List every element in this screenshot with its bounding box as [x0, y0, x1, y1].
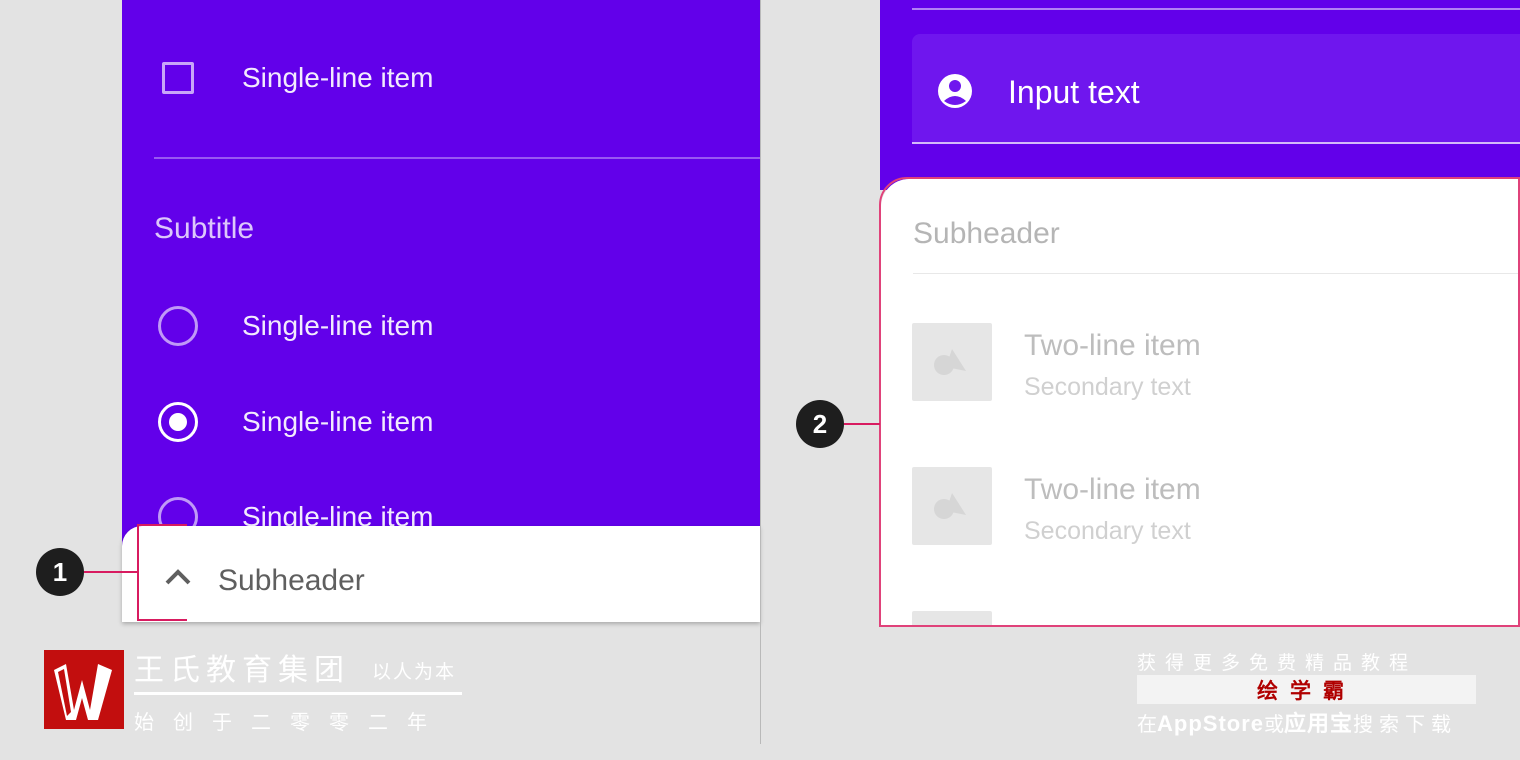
callout-bracket-1-top — [137, 524, 187, 526]
promo-store-1: AppStore — [1157, 711, 1264, 736]
promo-tagline: 获得更多免费精品教程 — [1137, 653, 1418, 674]
radio-item-label-1[interactable]: Single-line item — [242, 310, 433, 342]
radio-item-label-2[interactable]: Single-line item — [242, 406, 433, 438]
radio-button-1[interactable] — [158, 306, 198, 346]
item-secondary-text: Secondary text — [1024, 517, 1191, 545]
sheet-subheader: Subheader — [913, 217, 1060, 250]
checkbox[interactable] — [162, 62, 194, 94]
input-value[interactable]: Input text — [1008, 74, 1140, 111]
promo-download-line: 在AppStore或应用宝搜索下载 — [1137, 706, 1457, 738]
account-circle-icon — [938, 74, 972, 108]
text-input-field[interactable]: Input text — [912, 34, 1520, 144]
promo-store-2: 应用宝 — [1284, 711, 1354, 736]
divider — [154, 157, 760, 159]
collapsed-bottom-sheet[interactable]: Subheader — [122, 526, 760, 622]
divider — [913, 273, 1520, 274]
column-divider — [760, 0, 761, 744]
expanded-bottom-sheet: Subheader Two-line item Secondary text T… — [881, 179, 1520, 625]
list-item-1[interactable]: Two-line item Secondary text — [881, 309, 1520, 409]
radio-button-2-selected[interactable] — [158, 402, 198, 442]
thumbnail — [912, 467, 992, 545]
list-subtitle: Subtitle — [154, 212, 255, 245]
item-primary-text: Two-line item — [1024, 473, 1201, 506]
item-secondary-text: Secondary text — [1024, 373, 1191, 401]
item-primary-text: Two-line item — [1024, 329, 1201, 362]
brand-rule — [134, 692, 462, 695]
thumbnail — [912, 611, 992, 625]
list-item-2[interactable]: Two-line item Secondary text — [881, 453, 1520, 553]
brand-name: 王氏教育集团 — [134, 654, 350, 687]
divider — [912, 8, 1520, 10]
chevron-up-icon[interactable] — [164, 566, 192, 586]
promo-app-name: 绘学霸 — [1257, 679, 1356, 703]
brand-logo — [44, 650, 124, 729]
callout-marker-1: 1 — [36, 548, 84, 596]
callout-leader-1 — [84, 571, 138, 573]
callout-leader-2 — [844, 423, 880, 425]
promo-text: 搜索下载 — [1353, 714, 1458, 736]
brand-slogan: 以人为本 — [372, 662, 457, 683]
list-item-3-partial[interactable] — [881, 597, 1520, 625]
callout-marker-2: 2 — [796, 400, 844, 448]
sheet-subheader: Subheader — [218, 564, 365, 597]
image-placeholder-icon — [934, 349, 966, 375]
w-logo-icon — [54, 664, 112, 720]
right-panel-backdrop: Input text — [880, 0, 1520, 190]
promo-app-box: 绘学霸 — [1137, 675, 1476, 704]
promo-text: 在 — [1137, 714, 1157, 736]
brand-founded: 始创于二零零二年 — [134, 712, 446, 734]
promo-text: 或 — [1264, 714, 1284, 736]
checkbox-item-label[interactable]: Single-line item — [242, 62, 433, 94]
thumbnail — [912, 323, 992, 401]
callout-bracket-1-bottom — [137, 619, 187, 621]
image-placeholder-icon — [934, 493, 966, 519]
